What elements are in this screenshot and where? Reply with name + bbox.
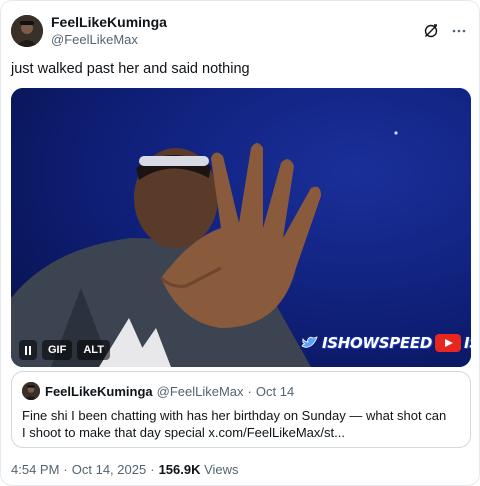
profile-photo-icon (22, 382, 40, 400)
meta-separator: · (150, 462, 155, 477)
twitter-bird-icon (301, 336, 318, 348)
pause-button[interactable] (19, 340, 37, 360)
youtube-icon (434, 334, 461, 352)
tweet-card: FeelLikeKuminga @FeelLikeMax just walked… (0, 0, 480, 486)
alt-badge[interactable]: ALT (77, 340, 110, 360)
author-avatar[interactable] (11, 15, 43, 47)
quoted-tweet-header: FeelLikeKuminga @FeelLikeMax · Oct 14 (22, 381, 460, 401)
quoted-tweet[interactable]: FeelLikeKuminga @FeelLikeMax · Oct 14 Fi… (11, 371, 471, 448)
quoted-separator: · (247, 383, 252, 399)
post-date[interactable]: Oct 14, 2025 (72, 462, 146, 477)
views-count: 156.9K (158, 462, 201, 477)
quoted-author-display-name: FeelLikeKuminga (45, 383, 153, 399)
quoted-date: Oct 14 (255, 383, 295, 399)
author-display-name[interactable]: FeelLikeKuminga (51, 13, 167, 31)
profile-photo-icon (11, 15, 43, 47)
watermark-tail-text: IS (463, 334, 471, 352)
meta-separator: · (63, 462, 68, 477)
tweet-header: FeelLikeKuminga @FeelLikeMax (11, 11, 469, 51)
pause-icon (25, 345, 31, 355)
gif-scene-image (11, 88, 471, 367)
quoted-author-avatar (22, 382, 40, 400)
tweet-text: just walked past her and said nothing (11, 61, 250, 77)
quoted-author-handle: @FeelLikeMax (156, 383, 244, 399)
gif-controls: GIF ALT (19, 340, 110, 360)
views-label: Views (204, 462, 239, 477)
quoted-tweet-text: Fine shi I been chatting with has her bi… (22, 408, 447, 440)
author-handle[interactable]: @FeelLikeMax (51, 31, 167, 49)
watermark-text: ISHOWSPEED (322, 334, 432, 352)
tweet-meta: 4:54 PM · Oct 14, 2025 · 156.9K Views (11, 462, 239, 477)
video-watermark: ISHOWSPEED IS (301, 332, 471, 354)
gif-badge: GIF (42, 340, 73, 360)
author-names: FeelLikeKuminga @FeelLikeMax (51, 13, 167, 49)
more-icon[interactable] (451, 23, 467, 39)
tweet-media-gif[interactable]: GIF ALT ISHOWSPEED IS (11, 88, 471, 367)
grok-icon[interactable] (423, 23, 439, 39)
post-time[interactable]: 4:54 PM (11, 462, 59, 477)
gif-frame (11, 88, 471, 367)
header-actions (423, 23, 469, 39)
